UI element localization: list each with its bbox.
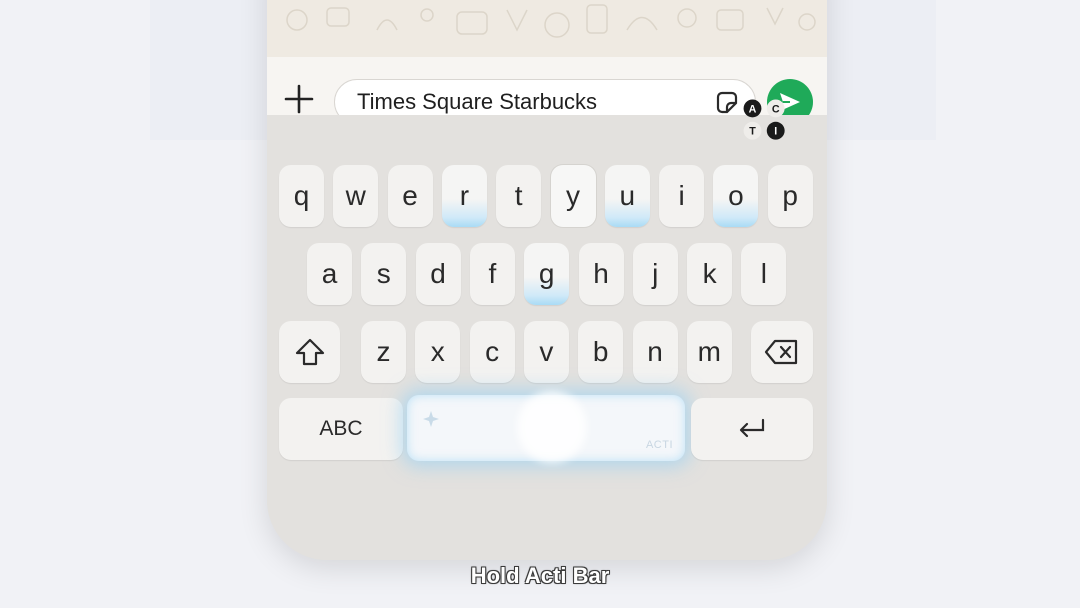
key-m[interactable]: m [686,321,732,383]
key-r[interactable]: r [441,165,487,227]
acti-logo-t: T [749,126,756,138]
key-z[interactable]: z [361,321,406,383]
acti-logo-c: C [772,103,780,115]
keyboard: A C T I qwertyuiop asdfghjkl zxcvbnm ABC [267,99,827,560]
sparkle-icon [423,411,439,427]
key-d[interactable]: d [415,243,461,305]
plus-icon [284,84,314,114]
key-s[interactable]: s [361,243,407,305]
key-j[interactable]: j [632,243,678,305]
acti-logo-a: A [749,103,757,115]
key-u[interactable]: u [604,165,650,227]
acti-bar-label: ACTI [645,439,673,451]
acti-logo-i: I [774,126,777,138]
background-panel-left [150,0,270,140]
key-g[interactable]: g [524,243,570,305]
enter-key[interactable] [691,398,813,460]
key-x[interactable]: x [415,321,461,383]
acti-bar-space-key[interactable]: ACTI [407,391,685,463]
key-f[interactable]: f [469,243,515,305]
sticker-icon[interactable] [713,89,741,117]
background-panel-right [826,0,936,140]
key-c[interactable]: c [469,321,515,383]
key-q[interactable]: q [279,165,324,227]
attach-button[interactable] [281,81,317,117]
key-p[interactable]: p [767,165,813,227]
key-o[interactable]: o [713,165,759,227]
key-y[interactable]: y [550,165,596,227]
key-l[interactable]: l [741,243,787,305]
backspace-icon [764,339,798,365]
key-i[interactable]: i [659,165,705,227]
message-text: Times Square Starbucks [357,89,598,114]
key-w[interactable]: w [333,165,379,227]
shift-key[interactable] [279,321,340,383]
enter-icon [739,418,765,438]
key-e[interactable]: e [387,165,433,227]
touch-indicator [517,391,587,463]
key-t[interactable]: t [496,165,542,227]
key-a[interactable]: a [307,243,352,305]
phone-frame: Times Square Starbucks A C T I qwertyuio… [267,0,827,560]
backspace-key[interactable] [751,321,813,383]
key-k[interactable]: k [687,243,733,305]
key-v[interactable]: v [523,321,569,383]
key-b[interactable]: b [578,321,624,383]
abc-key[interactable]: ABC [279,398,403,460]
acti-logo[interactable]: A C T I [740,95,790,145]
key-h[interactable]: h [578,243,624,305]
video-caption: Hold Acti Bar [470,563,610,588]
key-n[interactable]: n [632,321,678,383]
shift-icon [295,338,324,366]
